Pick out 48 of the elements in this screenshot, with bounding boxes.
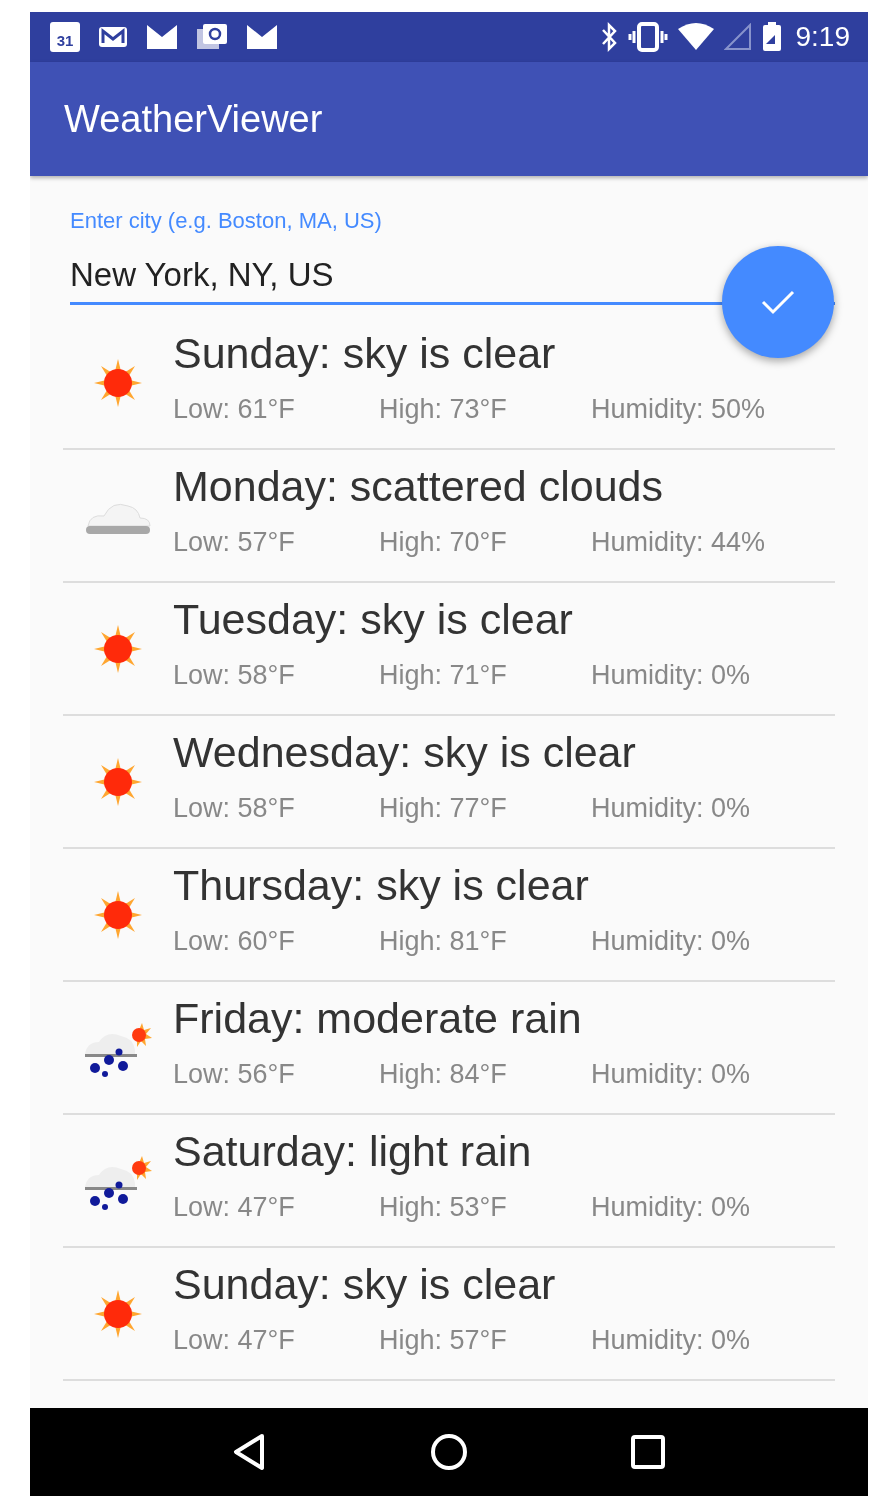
home-icon[interactable] bbox=[429, 1432, 469, 1472]
low-temperature: Low: 58°F bbox=[173, 660, 296, 691]
forecast-title: Saturday: light rain bbox=[173, 1127, 533, 1176]
low-temperature: Low: 47°F bbox=[173, 1192, 296, 1223]
forecast-title: Thursday: sky is clear bbox=[173, 861, 590, 910]
humidity-text: Humidity: 0% bbox=[591, 660, 751, 691]
submit-button[interactable] bbox=[722, 246, 834, 358]
signal-icon bbox=[723, 23, 752, 51]
high-temperature: High: 84°F bbox=[379, 1059, 508, 1090]
forecast-title: Sunday: sky is clear bbox=[173, 329, 557, 378]
wifi-icon bbox=[677, 23, 714, 51]
high-temperature: High: 73°F bbox=[379, 394, 508, 425]
humidity-text: Humidity: 0% bbox=[591, 1325, 751, 1356]
humidity-text: Humidity: 0% bbox=[591, 926, 751, 957]
calendar-icon: 31 bbox=[50, 22, 80, 52]
humidity-text: Humidity: 0% bbox=[591, 1192, 751, 1223]
forecast-title: Friday: moderate rain bbox=[173, 994, 583, 1043]
low-temperature: Low: 58°F bbox=[173, 793, 296, 824]
high-temperature: High: 70°F bbox=[379, 527, 508, 558]
vibrate-icon bbox=[627, 22, 668, 52]
high-temperature: High: 77°F bbox=[379, 793, 508, 824]
field-label: Enter city (e.g. Boston, MA, US) bbox=[70, 208, 383, 234]
humidity-text: Humidity: 44% bbox=[591, 527, 766, 558]
low-temperature: Low: 57°F bbox=[173, 527, 296, 558]
forecast-title: Wednesday: sky is clear bbox=[173, 728, 637, 777]
check-icon bbox=[760, 288, 796, 316]
high-temperature: High: 71°F bbox=[379, 660, 508, 691]
mail-icon bbox=[146, 24, 178, 50]
high-temperature: High: 53°F bbox=[379, 1192, 508, 1223]
app-title: WeatherViewer bbox=[64, 97, 323, 141]
low-temperature: Low: 60°F bbox=[173, 926, 296, 957]
clock-time: 9:19 bbox=[795, 21, 850, 53]
low-temperature: Low: 61°F bbox=[173, 394, 296, 425]
mail-icon bbox=[246, 24, 278, 50]
bluetooth-icon bbox=[599, 22, 618, 52]
high-temperature: High: 81°F bbox=[379, 926, 508, 957]
low-temperature: Low: 56°F bbox=[173, 1059, 296, 1090]
humidity-text: Humidity: 50% bbox=[591, 394, 766, 425]
humidity-text: Humidity: 0% bbox=[591, 1059, 751, 1090]
forecast-title: Tuesday: sky is clear bbox=[173, 595, 574, 644]
photos-icon bbox=[196, 23, 228, 51]
forecast-title: Monday: scattered clouds bbox=[173, 462, 664, 511]
low-temperature: Low: 47°F bbox=[173, 1325, 296, 1356]
humidity-text: Humidity: 0% bbox=[591, 793, 751, 824]
mail-icon bbox=[98, 25, 128, 49]
high-temperature: High: 57°F bbox=[379, 1325, 508, 1356]
forecast-title: Sunday: sky is clear bbox=[173, 1260, 557, 1309]
battery-icon bbox=[761, 22, 782, 52]
